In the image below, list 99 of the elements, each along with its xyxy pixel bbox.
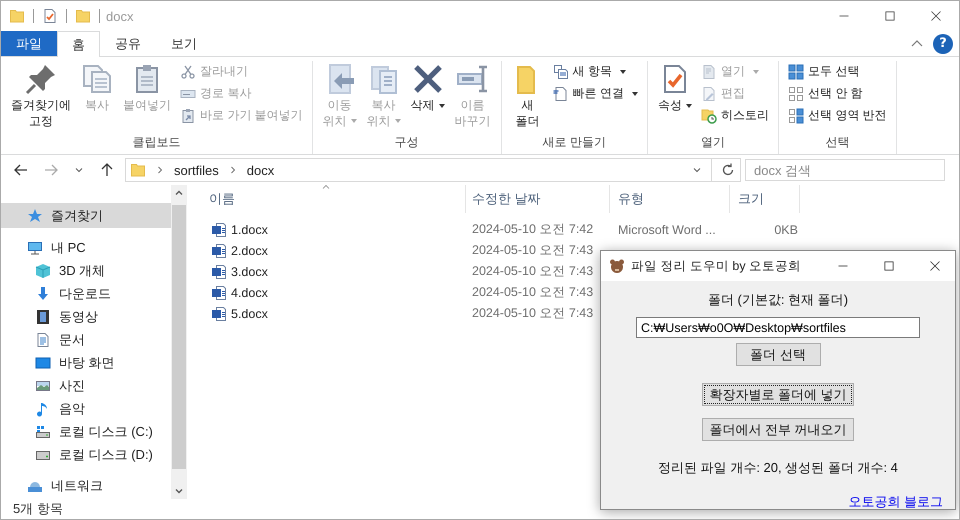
back-icon[interactable] (13, 162, 29, 178)
breadcrumb[interactable]: docx (246, 162, 274, 178)
ribbon-button[interactable]: 삭제 (406, 61, 449, 134)
status-text: 5개 항목 (13, 500, 63, 518)
group-title: 구성 (394, 134, 420, 151)
breadcrumb[interactable]: sortfiles (174, 162, 219, 178)
up-arrow-icon[interactable] (99, 162, 115, 178)
dialog-button[interactable]: 폴더 선택 (736, 343, 820, 366)
sidebar-item[interactable]: 로컬 디스크 (D:) (1, 443, 171, 466)
column-header[interactable]: 수정한 날짜 (466, 185, 610, 213)
sidebar-item[interactable]: 내 PC (1, 236, 171, 259)
scrollbar[interactable] (171, 185, 187, 499)
blog-link[interactable]: 오토공희 블로그 (848, 493, 943, 511)
folder-icon[interactable] (75, 8, 91, 24)
table-cell: 2024-05-10 오전 7:43 (472, 305, 594, 322)
ribbon-button[interactable]: 즐겨찾기에 고정 (7, 61, 75, 134)
sidebar-item[interactable]: 즐겨찾기 (1, 203, 171, 228)
table-cell: 2024-05-10 오전 7:43 (472, 263, 594, 280)
pages-icon (81, 63, 113, 95)
file-name[interactable]: 3.docx (231, 264, 268, 278)
word-file-icon (211, 242, 227, 258)
ribbon-button[interactable]: 히스토리 (698, 105, 772, 126)
column-header[interactable]: 유형 (610, 185, 730, 213)
arrow-down-icon (35, 286, 51, 302)
table-cell: Microsoft Word ... (618, 222, 716, 236)
grid-icon (788, 64, 804, 80)
word-file-icon (211, 306, 227, 322)
scissors-icon (180, 64, 196, 80)
search-field[interactable]: docx 검색 (745, 159, 945, 181)
dialog-button[interactable]: 확장자별로 폴더에 넣기 (702, 383, 854, 406)
ribbon-button[interactable]: 모두 선택 (785, 61, 890, 82)
file-name[interactable]: 2.docx (231, 244, 268, 258)
forward-icon[interactable] (43, 162, 59, 178)
sidebar-item[interactable]: 네트워크 (1, 474, 171, 497)
help-button[interactable]: ? (933, 34, 953, 54)
ribbon-button[interactable]: 새 폴더 (508, 61, 548, 134)
folder-clock-icon (701, 108, 718, 124)
pin-icon (25, 63, 57, 95)
page-icon (552, 86, 569, 102)
pencil-page-icon (701, 86, 718, 102)
group-title: 새로 만들기 (542, 134, 608, 151)
file-name[interactable]: 5.docx (231, 306, 268, 320)
refresh-icon[interactable] (720, 162, 736, 178)
pages-icon (552, 64, 569, 80)
file-name[interactable]: 1.docx (231, 222, 268, 236)
page-icon (701, 64, 718, 80)
column-header[interactable]: 이름 (201, 185, 466, 213)
drive-icon (35, 424, 51, 440)
table-cell: 0KB (774, 222, 798, 236)
ribbon-button[interactable]: 선택 안 함 (785, 83, 890, 104)
sidebar-item[interactable]: 바탕 화면 (1, 351, 171, 374)
sidebar-item[interactable]: 로컬 디스크 (C:) (1, 420, 171, 443)
ribbon-button[interactable]: 빠른 연결 (550, 83, 642, 104)
table-cell: 2024-05-10 오전 7:42 (472, 221, 594, 238)
sidebar-item[interactable]: 3D 개체 (1, 259, 171, 282)
ribbon-tab[interactable]: 보기 (156, 31, 212, 56)
rename-icon (456, 63, 489, 95)
group-title: 클립보드 (131, 134, 182, 151)
address-bar[interactable]: sortfiles docx (125, 158, 741, 182)
sidebar-item[interactable]: 문서 (1, 328, 171, 351)
dialog-title: 파일 정리 도우미 by 오토공희 (631, 258, 802, 274)
desktop-icon (35, 354, 51, 370)
cube-icon (35, 262, 51, 278)
grid-icon (788, 86, 804, 102)
file-name[interactable]: 4.docx (231, 286, 268, 300)
column-header[interactable]: 크기 (730, 185, 800, 213)
folder-icon[interactable] (9, 8, 25, 24)
clipboard-icon (180, 108, 196, 124)
word-file-icon (211, 264, 227, 280)
ribbon-tab[interactable]: 공유 (100, 31, 156, 56)
word-file-icon (211, 284, 227, 300)
group-title: 열기 (700, 134, 726, 151)
folder-field[interactable]: C:₩Users₩o0O₩Desktop₩sortfiles (636, 317, 920, 338)
dialog-button[interactable]: 폴더에서 전부 꺼내오기 (702, 418, 854, 441)
sidebar-item[interactable]: 사진 (1, 374, 171, 397)
group-title: 선택 (824, 134, 850, 151)
ribbon-button[interactable]: 속성 (654, 61, 696, 134)
check-page-icon[interactable] (42, 8, 58, 24)
result-text: 정리된 파일 개수: 20, 생성된 폴더 개수: 4 (658, 459, 898, 477)
monitor-icon (27, 240, 43, 256)
sidebar-item[interactable]: 동영상 (1, 305, 171, 328)
table-cell: 2024-05-10 오전 7:43 (472, 284, 594, 301)
bear-icon (609, 258, 625, 274)
ribbon-tab[interactable]: 파일 (1, 31, 57, 56)
folder-label: 폴더 (기본값: 현재 폴더) (708, 291, 848, 309)
delete-icon (412, 63, 444, 95)
sidebar-item[interactable]: 다운로드 (1, 282, 171, 305)
window-title: docx (106, 8, 134, 24)
star-icon (27, 208, 43, 224)
table-cell: 2024-05-10 오전 7:43 (472, 242, 594, 259)
word-file-icon (211, 222, 227, 238)
sidebar-item[interactable]: 음악 (1, 397, 171, 420)
ribbon-button[interactable]: 선택 영역 반전 (785, 105, 890, 126)
grid-icon (788, 108, 804, 124)
film-icon (35, 308, 51, 324)
document-icon (35, 332, 51, 348)
ribbon-tab[interactable]: 홈 (57, 31, 100, 57)
folder-icon (130, 162, 146, 178)
ribbon-button[interactable]: 새 항목 (550, 61, 642, 82)
